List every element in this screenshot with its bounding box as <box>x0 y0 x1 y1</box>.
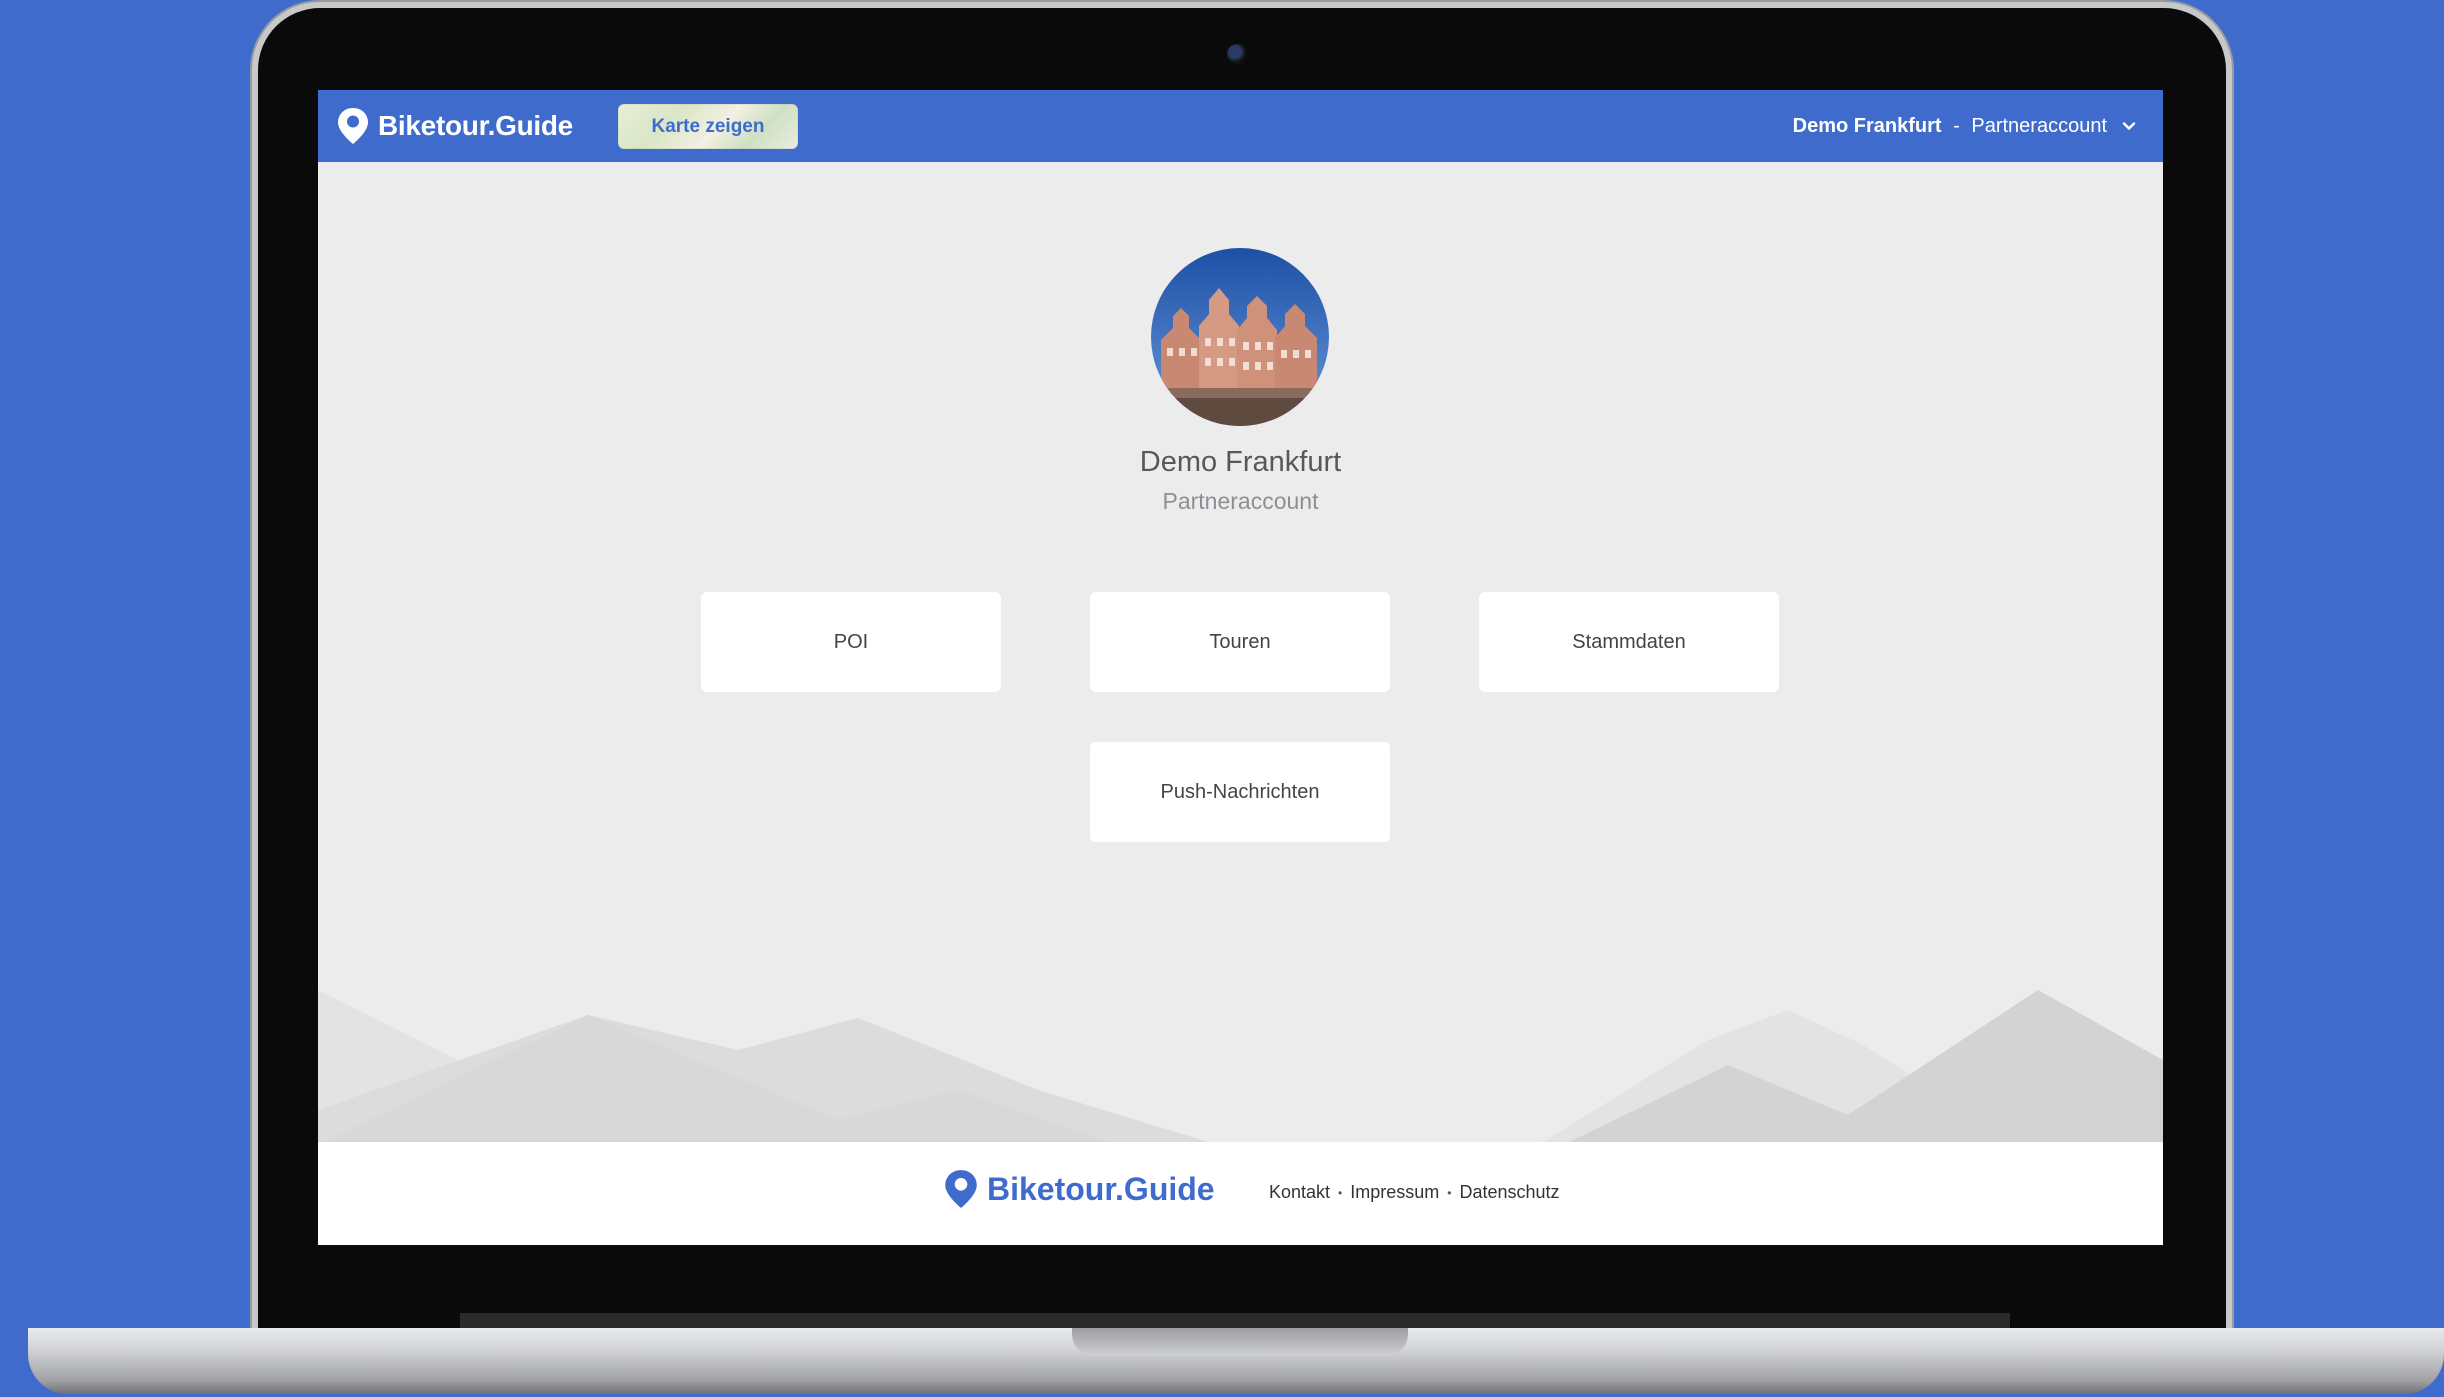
header-logo[interactable]: Biketour.Guide <box>336 104 573 148</box>
profile-role: Partneraccount <box>1162 488 1319 514</box>
tile-push-nachrichten[interactable]: Push-Nachrichten <box>1090 742 1390 842</box>
footer-separator: • <box>1338 1185 1343 1200</box>
profile-name: Demo Frankfurt <box>1139 446 1342 478</box>
footer: Biketour.Guide Kontakt • Impressum • Dat… <box>318 1142 2163 1245</box>
show-map-button[interactable]: Karte zeigen <box>618 104 798 149</box>
footer-links: Kontakt • Impressum • Datenschutz <box>1269 1182 1560 1203</box>
chevron-down-icon <box>2122 122 2136 130</box>
account-separator: - <box>1947 114 1966 137</box>
webcam <box>1227 44 1247 64</box>
account-name: Demo Frankfurt <box>1792 114 1942 137</box>
footer-brand-text: Biketour.Guide <box>987 1170 1215 1207</box>
avatar-image <box>1151 248 1329 426</box>
profile-avatar <box>1151 248 1329 426</box>
map-pin-icon <box>338 108 368 144</box>
footer-link-datenschutz[interactable]: Datenschutz <box>1459 1182 1559 1203</box>
account-role: Partneraccount <box>1971 114 2107 137</box>
footer-logo[interactable]: Biketour.Guide <box>943 1168 1215 1210</box>
tile-touren[interactable]: Touren <box>1090 592 1390 692</box>
map-pin-icon <box>945 1170 977 1208</box>
footer-link-kontakt[interactable]: Kontakt <box>1269 1182 1330 1203</box>
app-screen: Biketour.Guide Karte zeigen Demo Frankfu… <box>318 90 2163 1245</box>
tile-poi[interactable]: POI <box>701 592 1001 692</box>
footer-separator: • <box>1447 1185 1452 1200</box>
top-navigation-bar: Biketour.Guide Karte zeigen Demo Frankfu… <box>318 90 2163 162</box>
laptop-notch <box>1072 1328 1408 1356</box>
footer-link-impressum[interactable]: Impressum <box>1350 1182 1439 1203</box>
header-brand-text: Biketour.Guide <box>378 110 573 141</box>
laptop-hinge <box>460 1313 2010 1329</box>
account-menu[interactable]: Demo Frankfurt - Partneraccount <box>1793 110 2137 142</box>
tile-stammdaten[interactable]: Stammdaten <box>1479 592 1779 692</box>
